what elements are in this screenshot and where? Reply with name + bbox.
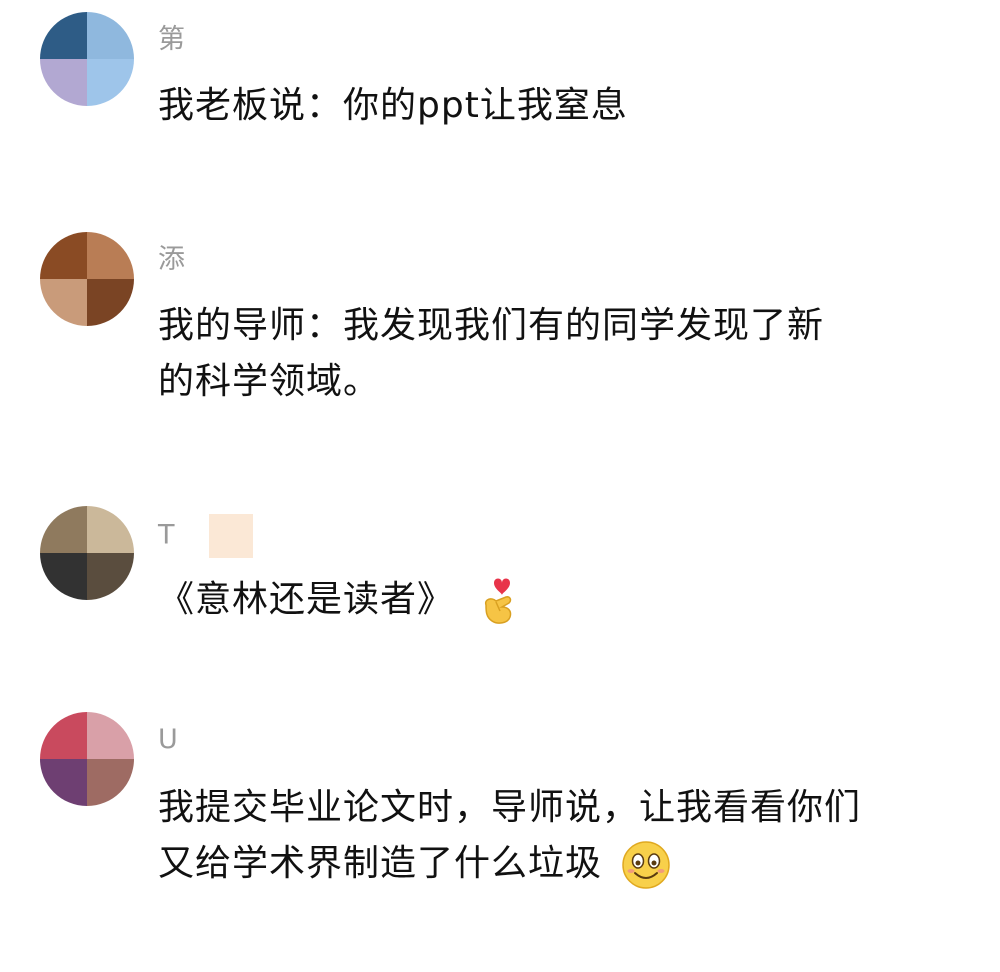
avatar-pixel: [40, 553, 87, 600]
avatar[interactable]: [40, 232, 134, 326]
avatar-pixel: [40, 232, 87, 279]
avatar-pixel: [40, 759, 87, 806]
avatar-pixel: [87, 232, 134, 279]
username[interactable]: T: [158, 514, 254, 558]
comment-text: 我提交毕业论文时，导师说，让我看看你们 又给学术界制造了什么垃圾: [158, 780, 958, 892]
comment-text-segment: 又给学术界制造了什么垃圾: [158, 843, 603, 884]
username-text: U: [158, 724, 178, 755]
avatar[interactable]: [40, 506, 134, 600]
avatar[interactable]: [40, 12, 134, 106]
username-text: T: [158, 519, 175, 551]
comment-text-line: 我老板说：你的ppt让我窒息: [158, 85, 628, 126]
comment-text-line: 《意林还是读者》: [158, 572, 958, 628]
finger-heart-icon: [485, 578, 512, 624]
avatar-pixel: [87, 12, 134, 59]
username-text: 第: [158, 24, 185, 55]
avatar-pixel: [87, 506, 134, 553]
censor-block: [209, 514, 254, 558]
username[interactable]: 第: [158, 22, 185, 58]
comment-text-line: 我的导师：我发现我们有的同学发现了新: [158, 305, 825, 346]
username-text: 添: [158, 244, 185, 275]
comment-text-line: 我提交毕业论文时，导师说，让我看看你们: [158, 787, 862, 828]
comment-text-segment: 《意林还是读者》: [158, 579, 455, 620]
smiling-face-icon: [622, 841, 671, 889]
comment-text-line: 的科学领域。: [158, 361, 381, 402]
avatar-pixel: [87, 279, 134, 326]
comment-text: 我老板说：你的ppt让我窒息: [158, 78, 958, 134]
avatar[interactable]: [40, 712, 134, 806]
comment-text: 我的导师：我发现我们有的同学发现了新 的科学领域。: [158, 298, 958, 410]
avatar-pixel: [87, 759, 134, 806]
avatar-pixel: [40, 279, 87, 326]
avatar-pixel: [87, 553, 134, 600]
username[interactable]: 添: [158, 242, 185, 278]
avatar-pixel: [40, 12, 87, 59]
avatar-pixel: [40, 712, 87, 759]
username[interactable]: U: [158, 722, 178, 758]
comment-text: 《意林还是读者》: [158, 572, 958, 628]
avatar-pixel: [40, 506, 87, 553]
avatar-pixel: [87, 712, 134, 759]
avatar-pixel: [87, 59, 134, 106]
comment-text-line: 又给学术界制造了什么垃圾: [158, 836, 958, 892]
avatar-pixel: [40, 59, 87, 106]
